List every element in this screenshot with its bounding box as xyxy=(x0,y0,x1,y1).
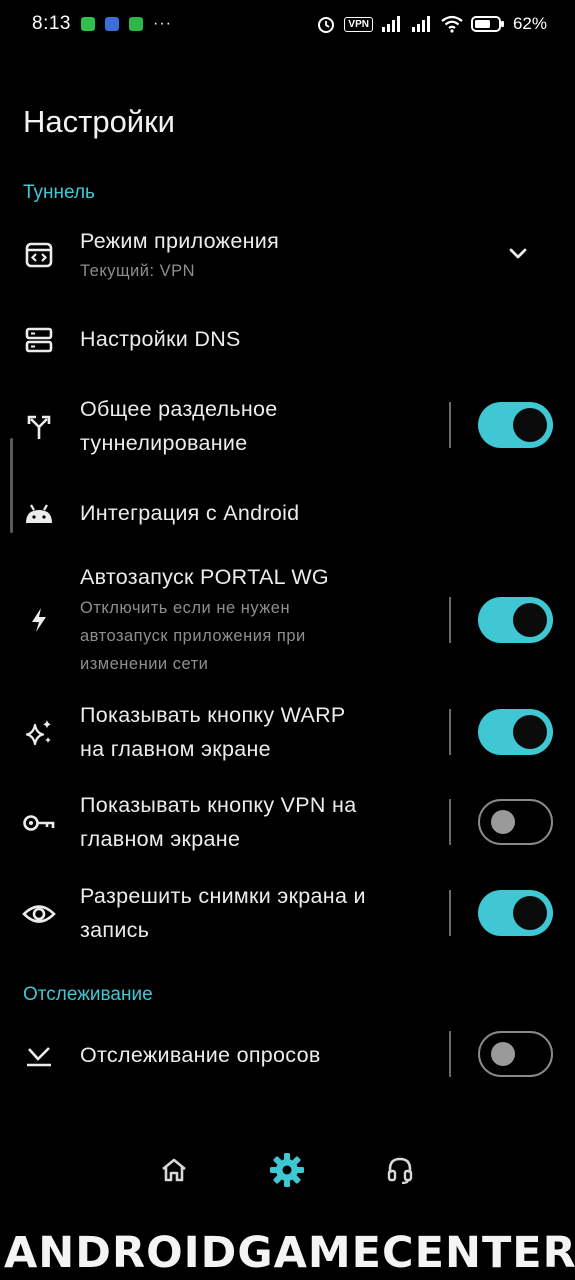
vpn-button-toggle[interactable] xyxy=(478,799,553,845)
alarm-icon xyxy=(318,17,335,33)
vpn-status-icon: VPN xyxy=(344,16,373,32)
divider xyxy=(449,709,451,755)
section-header-tunnel: Туннель xyxy=(23,182,95,203)
setting-title-line1: Показывать кнопку WARP xyxy=(80,703,346,727)
setting-subtitle: Текущий: VPN xyxy=(80,262,196,280)
autostart-toggle[interactable] xyxy=(478,597,553,643)
bottom-navigation xyxy=(0,1140,575,1200)
setting-title: Настройки DNS xyxy=(80,327,241,351)
headset-icon xyxy=(387,1157,413,1185)
nav-support-button[interactable] xyxy=(378,1148,422,1192)
setting-title: Интеграция с Android xyxy=(80,501,300,525)
android-icon xyxy=(22,497,56,531)
key-icon xyxy=(22,806,56,840)
signal-icon-2 xyxy=(411,16,430,32)
status-time: 8:13 xyxy=(32,13,71,34)
more-notifications-icon: ··· xyxy=(152,15,172,32)
setting-android-integration[interactable]: Интеграция с Android xyxy=(0,494,575,534)
setting-title: Автозапуск PORTAL WG xyxy=(80,565,329,589)
setting-subtitle-line2: автозапуск приложения при xyxy=(80,627,306,645)
battery-icon xyxy=(470,16,504,32)
warp-button-toggle[interactable] xyxy=(478,709,553,755)
section-header-tracking: Отслеживание xyxy=(23,984,153,1005)
split-tunnel-toggle[interactable] xyxy=(478,402,553,448)
toggle-knob xyxy=(513,408,547,442)
setting-subtitle-line3: изменении сети xyxy=(80,655,209,673)
divider xyxy=(449,799,451,845)
status-bar: 8:13 ··· VPN 62% xyxy=(0,0,575,48)
setting-title-line1: Показывать кнопку VPN на xyxy=(80,793,357,817)
nav-settings-button[interactable] xyxy=(265,1148,309,1192)
poll-check-icon xyxy=(22,1039,56,1073)
setting-title: Режим приложения xyxy=(80,229,280,253)
divider xyxy=(449,1031,451,1077)
toggle-knob xyxy=(513,603,547,637)
setting-title-line1: Разрешить снимки экрана и xyxy=(80,884,366,908)
watermark-band: ANDROIDGAMECENTER.LA xyxy=(0,1222,575,1280)
divider xyxy=(449,402,451,448)
setting-title: Отслеживание опросов xyxy=(80,1043,321,1067)
signal-icon xyxy=(381,16,400,32)
app-window-code-icon xyxy=(22,238,56,272)
setting-subtitle-line1: Отключить если не нужен xyxy=(80,599,291,617)
dns-server-icon xyxy=(22,323,56,357)
app-notification-icon xyxy=(104,17,119,31)
setting-title-line2: на главном экране xyxy=(80,737,271,761)
app-notification-icon-2 xyxy=(128,17,143,31)
toggle-knob xyxy=(513,715,547,749)
sparkles-icon xyxy=(22,716,56,750)
setting-dns[interactable]: Настройки DNS xyxy=(0,320,575,360)
toggle-knob xyxy=(491,1042,515,1066)
setting-title-line2: запись xyxy=(80,918,150,942)
watermark-text: ANDROIDGAMECENTER.LA xyxy=(4,1228,575,1278)
gear-icon xyxy=(270,1153,304,1187)
divider xyxy=(449,597,451,643)
toggle-knob xyxy=(491,810,515,834)
screenshots-toggle[interactable] xyxy=(478,890,553,936)
home-icon xyxy=(162,1158,186,1182)
whatsapp-icon xyxy=(80,17,95,31)
poll-tracking-toggle[interactable] xyxy=(478,1031,553,1077)
battery-percent: 62% xyxy=(512,14,547,33)
split-arrows-icon xyxy=(22,410,56,444)
setting-title-line1: Общее раздельное xyxy=(80,397,278,421)
divider xyxy=(449,890,451,936)
page-title: Настройки xyxy=(23,104,176,139)
eye-icon xyxy=(22,897,56,931)
nav-home-button[interactable] xyxy=(152,1148,196,1192)
setting-title-line2: туннелирование xyxy=(80,431,248,455)
setting-app-mode[interactable]: Режим приложения Текущий: VPN xyxy=(0,222,575,288)
wifi-icon xyxy=(441,15,463,33)
toggle-knob xyxy=(513,896,547,930)
bolt-icon xyxy=(22,603,56,637)
setting-title-line2: главном экране xyxy=(80,827,241,851)
chevron-down-icon[interactable] xyxy=(505,240,531,266)
